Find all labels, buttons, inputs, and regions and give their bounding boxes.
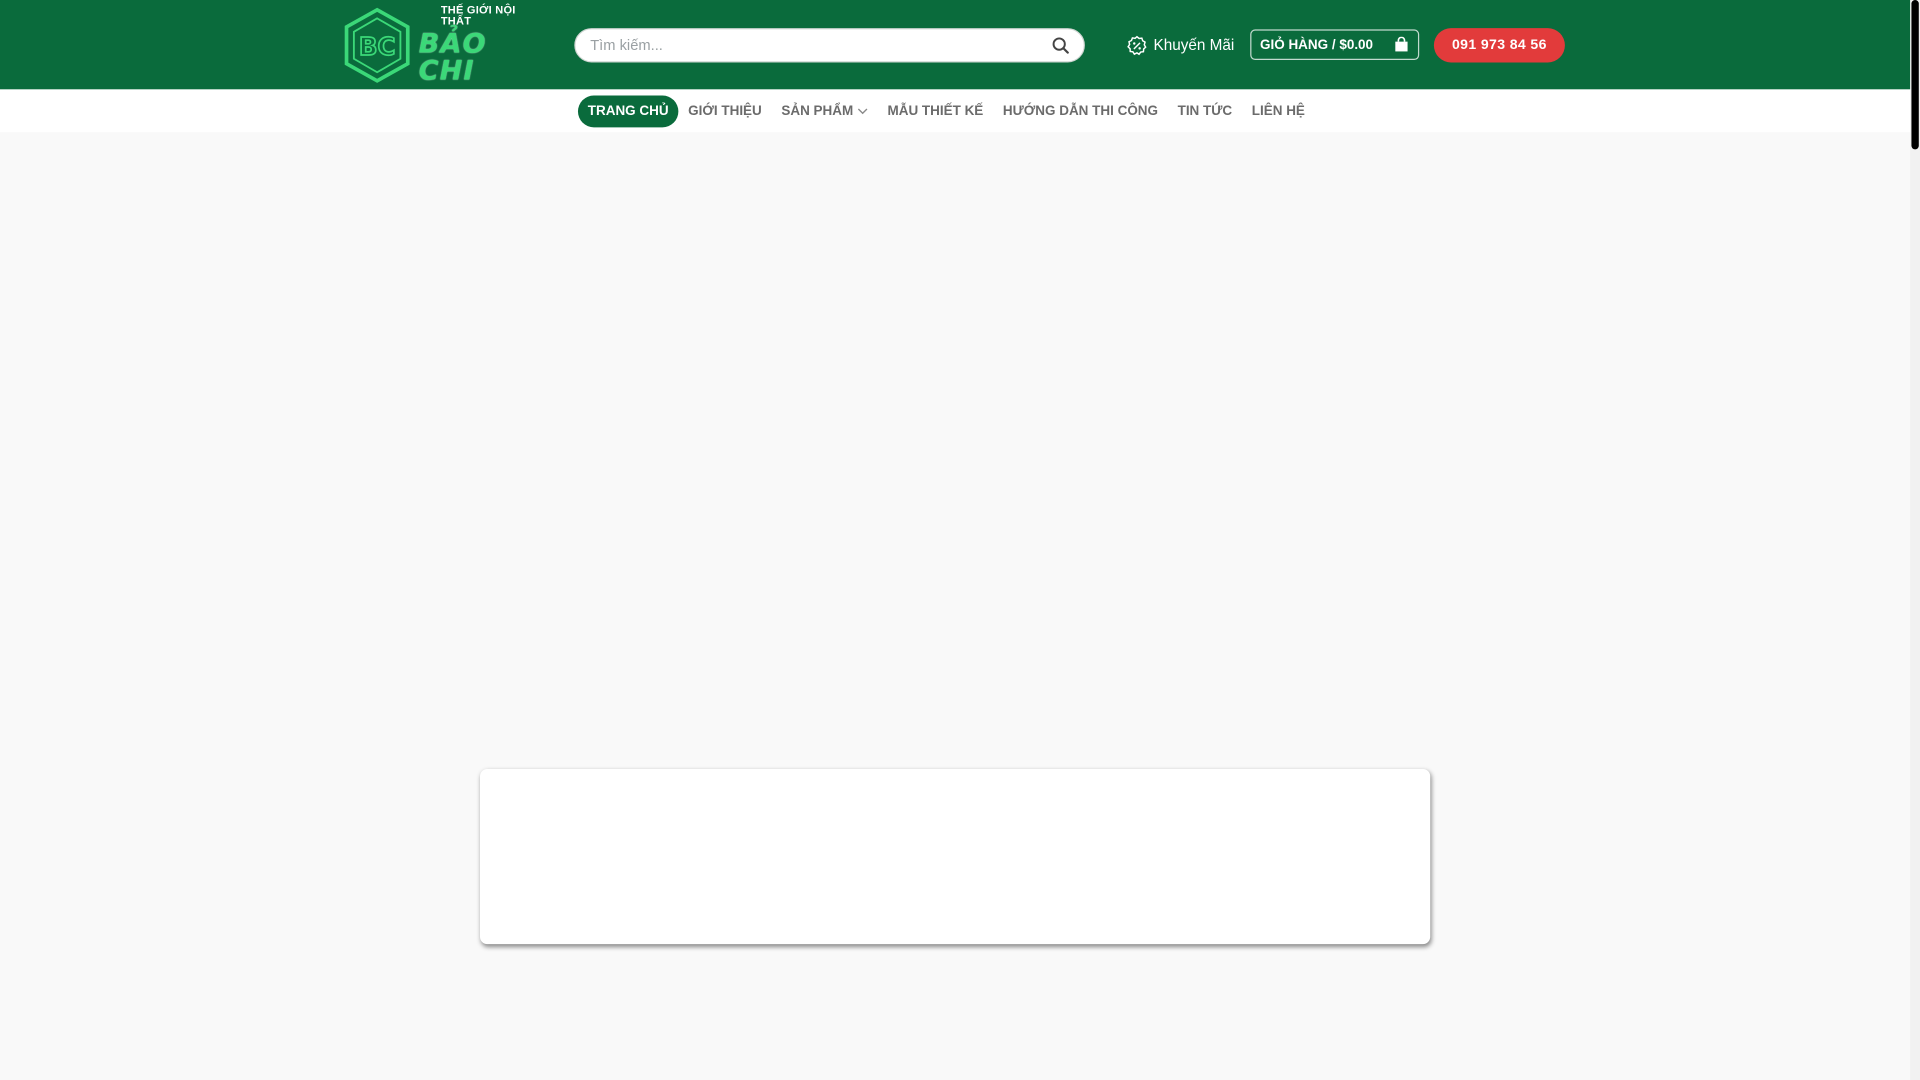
discount-badge-icon — [1127, 35, 1148, 56]
nav-item-label: TIN TỨC — [1177, 104, 1233, 119]
search-bar — [574, 28, 1085, 63]
logo-brand-name: BẢO CHI — [418, 29, 487, 87]
nav-item-label: TRANG CHỦ — [587, 104, 669, 119]
nav-item-label: LIÊN HỆ — [1251, 104, 1305, 119]
scrollbar-thumb[interactable] — [1911, 0, 1919, 150]
nav-item-guides[interactable]: HƯỚNG DẪN THI CÔNG — [993, 96, 1168, 128]
main-nav: TRANG CHỦ GIỚI THIỆU SẢN PHẨM MẪU THIẾT … — [0, 89, 1911, 133]
nav-item-products[interactable]: SẢN PHẨM — [772, 96, 878, 128]
nav-item-label: GIỚI THIỆU — [688, 104, 762, 119]
page: BC THẾ GIỚI NỘI THẤT BẢO CHI Tìm kiếm...… — [0, 0, 1920, 1080]
nav-item-label: MẪU THIẾT KẾ — [887, 104, 984, 119]
nav-item-about[interactable]: GIỚI THIỆU — [678, 96, 771, 128]
phone-number: 091 973 84 56 — [1451, 37, 1547, 53]
shopping-bag-icon — [1393, 36, 1409, 53]
promo-label: Khuyến Mãi — [1153, 36, 1235, 54]
nav-item-contact[interactable]: LIÊN HỆ — [1242, 96, 1315, 128]
nav-item-home[interactable]: TRANG CHỦ — [577, 95, 679, 128]
cart-label: GIỎ HÀNG / $0.00 — [1260, 37, 1374, 53]
phone-button[interactable]: 091 973 84 56 — [1433, 28, 1565, 63]
cart-button[interactable]: GIỎ HÀNG / $0.00 — [1250, 29, 1420, 61]
chevron-down-icon — [857, 108, 868, 115]
promo-link[interactable]: Khuyến Mãi — [1127, 33, 1235, 57]
nav-item-designs[interactable]: MẪU THIẾT KẾ — [878, 96, 993, 128]
hero-banner-area — [0, 132, 1911, 769]
search-icon — [1052, 37, 1069, 54]
page-scrollbar[interactable] — [1910, 0, 1920, 1080]
search-button[interactable] — [1049, 34, 1071, 56]
viewport: BC THẾ GIỚI NỘI THẤT BẢO CHI Tìm kiếm...… — [0, 0, 1920, 1080]
nav-item-news[interactable]: TIN TỨC — [1168, 96, 1242, 128]
logo-tagline: THẾ GIỚI NỘI THẤT — [440, 3, 516, 27]
nav-item-label: SẢN PHẨM — [781, 104, 854, 119]
site-logo[interactable]: BC THẾ GIỚI NỘI THẤT BẢO CHI — [343, 3, 549, 87]
logo-mark-icon: BC — [343, 7, 412, 83]
header-top-bar: BC THẾ GIỚI NỘI THẤT BẢO CHI Tìm kiếm...… — [0, 0, 1911, 90]
nav-item-label: HƯỚNG DẪN THI CÔNG — [1002, 104, 1158, 119]
content-card — [480, 768, 1431, 945]
logo-mark-text: BC — [359, 32, 396, 61]
search-input[interactable] — [587, 35, 1050, 56]
